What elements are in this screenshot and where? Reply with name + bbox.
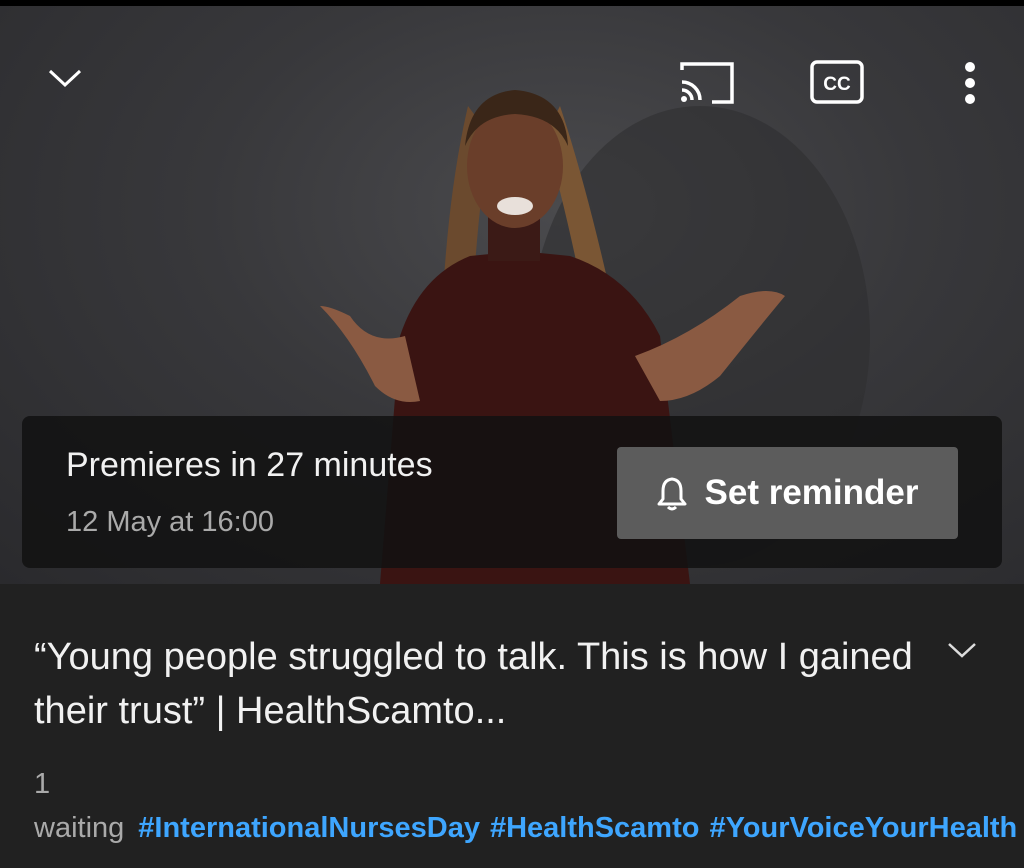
hashtag-link[interactable]: #InternationalNursesDay (138, 812, 480, 844)
captions-button[interactable]: CC (804, 52, 870, 112)
waiting-count: 1 waiting (34, 768, 125, 844)
closed-captions-icon: CC (810, 60, 864, 104)
video-title[interactable]: “Young people struggled to talk. This is… (34, 630, 914, 738)
expand-description-button[interactable] (946, 640, 986, 670)
cast-button[interactable] (672, 54, 742, 112)
chevron-down-icon (948, 643, 976, 658)
hashtag-link[interactable]: #HealthScamto (490, 812, 700, 844)
collapse-button[interactable] (42, 58, 88, 98)
set-reminder-button[interactable]: Set reminder (617, 447, 958, 539)
premiere-countdown: Premieres in 27 minutes (66, 446, 433, 484)
more-vertical-icon (965, 62, 975, 104)
more-options-button[interactable] (950, 54, 990, 112)
premiere-card: Premieres in 27 minutes 12 May at 16:00 … (22, 416, 1002, 568)
bell-icon (657, 477, 687, 511)
svg-text:CC: CC (823, 74, 851, 95)
chevron-down-icon (48, 69, 82, 88)
video-info-panel: “Young people struggled to talk. This is… (0, 584, 1024, 868)
cast-icon (680, 62, 734, 104)
hashtag-link[interactable]: #YourVoiceYourHealth (709, 812, 1017, 844)
video-meta: 1 waiting #InternationalNursesDay #HealthS… (34, 762, 1017, 850)
set-reminder-label: Set reminder (704, 473, 919, 512)
video-player[interactable]: CC Premieres in 27 minutes 12 May at 16:… (0, 6, 1024, 584)
premiere-date: 12 May at 16:00 (66, 506, 274, 538)
